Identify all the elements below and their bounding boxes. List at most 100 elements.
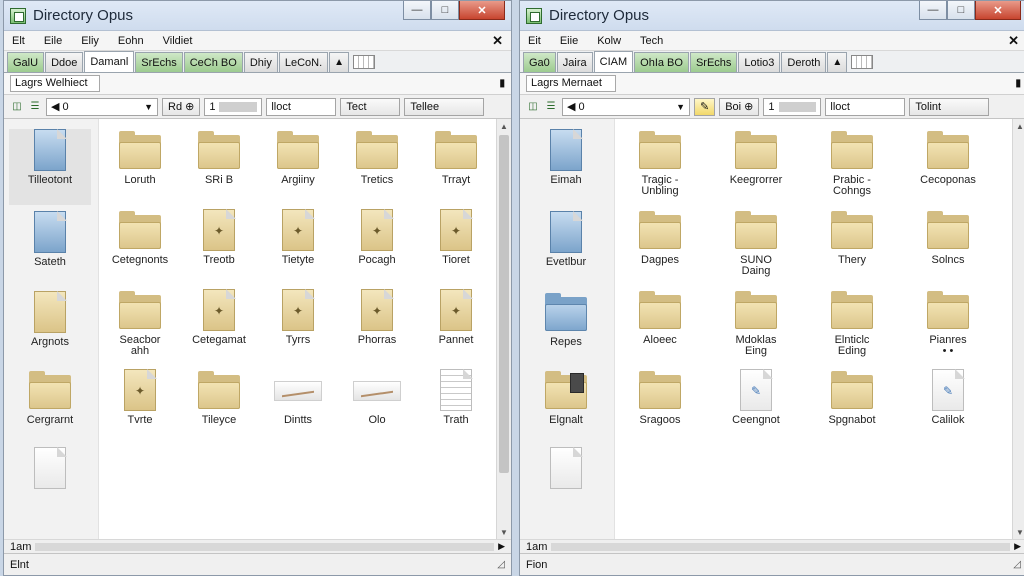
file-item[interactable]: Tretics — [336, 129, 418, 186]
folder-tab[interactable]: SrEchs — [689, 52, 738, 72]
file-item[interactable]: Trath — [415, 369, 497, 426]
maximize-button[interactable]: □ — [947, 1, 975, 20]
history-dropdown[interactable]: ◀ 0 ▼ — [562, 97, 690, 116]
title-bar[interactable]: Directory Opus — □ ✕ — [4, 1, 511, 31]
tab-pin-icon[interactable]: ▲ — [827, 52, 848, 72]
close-tab-icon[interactable]: ✕ — [492, 33, 503, 49]
folder-tab[interactable]: Lotio3 — [738, 52, 781, 72]
folder-tab[interactable]: Dhiy — [243, 52, 278, 72]
file-item[interactable]: Olo — [336, 369, 418, 426]
list-view-icon[interactable]: ☰ — [28, 100, 42, 114]
file-item[interactable]: Dagpes — [619, 209, 701, 266]
file-item[interactable]: ✦ Pannet — [415, 289, 497, 346]
toolbar-field[interactable]: lloct — [825, 97, 906, 116]
file-item[interactable]: Elnticlc Eding — [811, 289, 893, 357]
sidebar-item[interactable]: Tilleotont — [9, 129, 91, 205]
folder-tab[interactable]: Ddoe — [45, 52, 84, 72]
new-folder-icon[interactable]: ◫ — [526, 100, 540, 114]
sidebar-item[interactable]: Sateth — [9, 211, 91, 268]
minimize-button[interactable]: — — [403, 1, 431, 20]
location-field[interactable]: Lagrs Mernaet — [526, 75, 616, 92]
folder-tab[interactable]: OhIa BO — [634, 52, 689, 72]
history-dropdown[interactable]: ◀ 0 ▼ — [46, 97, 158, 116]
sidebar-item[interactable]: Repes — [525, 291, 607, 348]
sidebar-item[interactable]: Eimah — [525, 129, 607, 186]
tab-layout-icon[interactable] — [851, 54, 874, 69]
file-item[interactable]: Aloeec — [619, 289, 701, 346]
file-item[interactable]: SRi B — [178, 129, 260, 186]
scroll-down-icon[interactable]: ▼ — [497, 525, 511, 539]
file-item[interactable]: ✦ Tvrte — [99, 369, 181, 426]
sidebar-item[interactable] — [9, 447, 91, 491]
tab-pin-icon[interactable]: ▲ — [329, 52, 350, 72]
horizontal-scrollbar[interactable]: 1am ▶ — [4, 539, 511, 553]
toolbar-button[interactable]: Boi ⊕ — [719, 97, 760, 116]
scroll-down-icon[interactable]: ▼ — [1013, 525, 1024, 539]
file-item[interactable]: Solncs — [907, 209, 989, 266]
close-button[interactable]: ✕ — [459, 1, 505, 20]
file-item[interactable]: Cecoponas — [907, 129, 989, 186]
resize-grip-icon[interactable]: ◿ — [497, 559, 505, 570]
menu-item[interactable]: Elt — [12, 35, 25, 47]
file-item[interactable]: ✦ Phorras — [336, 289, 418, 346]
folder-tab[interactable]: GalU — [7, 52, 45, 72]
file-item[interactable]: Loruth — [99, 129, 181, 186]
close-tab-icon[interactable]: ✕ — [1008, 33, 1019, 49]
sidebar-item[interactable]: Cergrarnt — [9, 369, 91, 426]
file-item[interactable]: Seacbor ahh — [99, 289, 181, 357]
location-field[interactable]: Lagrs Welhiect — [10, 75, 100, 92]
maximize-button[interactable]: □ — [431, 1, 459, 20]
menu-item[interactable]: Tech — [640, 35, 663, 47]
file-item[interactable]: Sragoos — [619, 369, 701, 426]
location-pin-icon[interactable]: ▮ — [1015, 78, 1021, 89]
file-item[interactable]: ✎ Calilok — [907, 369, 989, 426]
folder-tab[interactable]: CeCh BO — [183, 52, 243, 72]
menu-item[interactable]: Eliy — [81, 35, 99, 47]
new-folder-icon[interactable]: ◫ — [10, 100, 24, 114]
menu-item[interactable]: Vildiet — [163, 35, 193, 47]
folder-tab[interactable]: Ga0 — [523, 52, 556, 72]
list-view-icon[interactable]: ☰ — [544, 100, 558, 114]
menu-item[interactable]: Eiie — [560, 35, 578, 47]
tab-layout-icon[interactable] — [353, 54, 376, 69]
horizontal-scrollbar[interactable]: 1am ▶ — [520, 539, 1024, 553]
resize-grip-icon[interactable]: ◿ — [1013, 559, 1021, 570]
scroll-up-icon[interactable]: ▲ — [1013, 119, 1024, 133]
toolbar-field[interactable]: 1 — [763, 97, 822, 116]
toolbar-button[interactable]: Tolint — [909, 97, 990, 116]
file-item[interactable]: Mdoklas Eing — [715, 289, 797, 357]
toolbar-field[interactable]: lloct — [266, 97, 337, 116]
menu-item[interactable]: Eit — [528, 35, 541, 47]
file-item[interactable]: Tileyce — [178, 369, 260, 426]
minimize-button[interactable]: — — [919, 1, 947, 20]
folder-tab[interactable]: Deroth — [781, 52, 827, 72]
file-item[interactable]: SUNO Daing — [715, 209, 797, 277]
file-item[interactable]: ✦ Tietyte — [257, 209, 339, 266]
file-item[interactable]: ✦ Pocagh — [336, 209, 418, 266]
file-item[interactable]: ✎ Ceengnot — [715, 369, 797, 426]
menu-item[interactable]: Kolw — [597, 35, 621, 47]
file-item[interactable]: Dintts — [257, 369, 339, 426]
toolbar-field[interactable]: 1 — [204, 97, 263, 116]
menu-item[interactable]: Eohn — [118, 35, 144, 47]
file-item[interactable]: Cetegnonts — [99, 209, 181, 266]
title-bar[interactable]: Directory Opus — □ ✕ — [520, 1, 1024, 31]
file-item[interactable]: ✦ Tioret — [415, 209, 497, 266]
menu-item[interactable]: Eile — [44, 35, 62, 47]
scroll-track[interactable] — [551, 542, 1011, 551]
file-item[interactable]: Pianres • • — [907, 289, 989, 357]
scroll-right-icon[interactable]: ▶ — [498, 541, 505, 552]
toolbar-button[interactable]: Tect — [340, 97, 401, 116]
file-item[interactable]: ✦ Cetegamat — [178, 289, 260, 346]
folder-tab-active[interactable]: CIAM — [593, 51, 634, 72]
file-item[interactable]: Argiiny — [257, 129, 339, 186]
scroll-right-icon[interactable]: ▶ — [1014, 541, 1021, 552]
sidebar-item[interactable]: Argnots — [9, 291, 91, 348]
close-button[interactable]: ✕ — [975, 1, 1021, 20]
sidebar-item[interactable] — [525, 447, 607, 491]
file-item[interactable]: ✦ Tyrrs — [257, 289, 339, 346]
scroll-up-icon[interactable]: ▲ — [497, 119, 511, 133]
sidebar-item[interactable]: Evetlbur — [525, 211, 607, 268]
scroll-thumb[interactable] — [499, 135, 509, 473]
location-pin-icon[interactable]: ▮ — [499, 78, 505, 89]
